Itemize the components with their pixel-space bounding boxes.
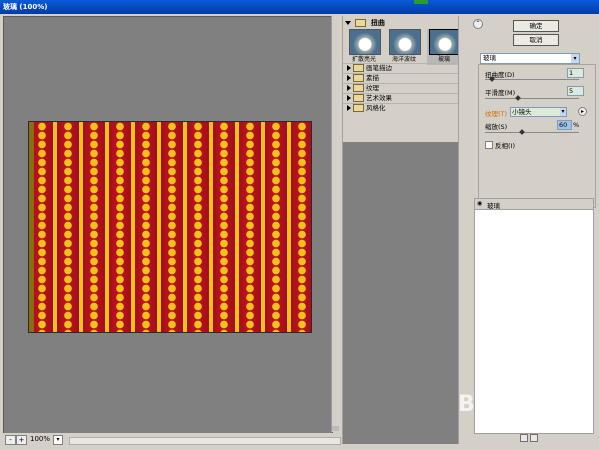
watermark: Bai 经验 jingyan.baidu.com — [452, 386, 598, 436]
filter-thumb-diffuse-glow[interactable]: 扩散亮光 — [347, 29, 381, 65]
effect-layer-name: 玻璃 — [487, 202, 500, 210]
collapsed-icon — [347, 65, 351, 71]
texture-select-value: 小镜头 — [512, 108, 532, 116]
smoothness-input[interactable]: 5 — [567, 86, 584, 96]
category-distort[interactable]: 扭曲 — [345, 18, 385, 28]
slider-knob[interactable] — [518, 129, 525, 135]
folder-icon — [355, 19, 367, 27]
thumb-image — [429, 29, 461, 55]
smoothness-slider[interactable] — [485, 95, 579, 101]
category-artistic[interactable]: 艺术效果 — [343, 93, 471, 103]
filter-preview-image[interactable] — [28, 121, 312, 333]
expanded-icon — [345, 21, 351, 25]
thumb-label: 玻璃 — [437, 56, 450, 63]
folder-icon — [353, 94, 364, 102]
invert-checkbox[interactable] — [485, 141, 493, 149]
filter-options: 扭曲度(D) 1 平滑度(M) 5 纹理(T) 小镜头 ▾ ▸ 缩放(S) 60… — [478, 64, 596, 208]
filter-select-value: 玻璃 — [483, 54, 496, 62]
system-indicator — [414, 0, 428, 4]
ok-button[interactable]: 确定 — [513, 20, 559, 32]
filter-thumbnails: 扩散亮光 海洋波纹 玻璃 — [347, 29, 465, 65]
category-label: 素描 — [366, 74, 379, 82]
preview-vertical-scrollbar[interactable] — [331, 16, 340, 432]
filter-thumb-ocean-ripple[interactable]: 海洋波纹 — [387, 29, 421, 65]
preview-area[interactable] — [3, 16, 333, 434]
folder-icon — [353, 84, 364, 92]
scrollbar-thumb[interactable] — [332, 426, 339, 431]
category-label: 艺术效果 — [366, 94, 392, 102]
watermark-url: jingyan.baidu.com — [484, 414, 568, 424]
category-sketch[interactable]: 素描 — [343, 73, 471, 83]
scaling-input[interactable]: 60 — [557, 120, 572, 130]
thumb-image — [349, 29, 381, 55]
zoom-level: 100% — [30, 435, 51, 443]
category-label: 风格化 — [366, 104, 386, 112]
folder-icon — [353, 74, 364, 82]
collapsed-icon — [347, 85, 351, 91]
eye-icon[interactable]: ◉ — [477, 200, 484, 207]
distortion-slider[interactable] — [485, 76, 579, 82]
category-label: 画笔描边 — [366, 64, 392, 72]
thumb-image — [389, 29, 421, 55]
effect-layer-row[interactable]: ◉ 玻璃 — [475, 199, 593, 210]
distortion-input[interactable]: 1 — [567, 68, 584, 78]
thumb-label: 扩散亮光 — [351, 56, 376, 63]
scaling-slider[interactable] — [485, 129, 579, 135]
category-stylize[interactable]: 风格化 — [343, 103, 471, 113]
scaling-label: 缩放(S) — [485, 123, 508, 131]
preview-statusbar: - + 100% ▾ — [3, 433, 341, 446]
collapsed-icon — [347, 105, 351, 111]
folder-icon — [353, 64, 364, 72]
preview-image-edge — [29, 122, 34, 332]
cancel-button[interactable]: 取消 — [513, 34, 559, 46]
preview-horizontal-scrollbar[interactable] — [69, 437, 341, 445]
smoothness-label: 平滑度(M) — [485, 89, 516, 97]
collapsed-icon — [347, 75, 351, 81]
zoom-in-button[interactable]: + — [16, 435, 27, 445]
title-bar[interactable]: 玻璃 (100%) — [0, 0, 599, 14]
filter-select[interactable]: 玻璃 ▾ — [480, 53, 580, 64]
thumb-label: 海洋波纹 — [391, 56, 416, 63]
collapsed-icon — [347, 95, 351, 101]
chevron-down-icon: ▾ — [571, 54, 579, 63]
zoom-dropdown-button[interactable]: ▾ — [53, 435, 63, 445]
zoom-out-button[interactable]: - — [5, 435, 16, 445]
window-title: 玻璃 (100%) — [3, 3, 48, 11]
chevron-down-icon: ▾ — [560, 108, 566, 116]
invert-label: 反相(I) — [495, 142, 515, 150]
category-texture[interactable]: 纹理 — [343, 83, 471, 93]
texture-select[interactable]: 小镜头 ▾ — [510, 107, 567, 117]
gallery-scrollbar[interactable] — [458, 16, 471, 444]
category-brush-strokes[interactable]: 画笔描边 — [343, 63, 471, 73]
filter-gallery: 扭曲 扩散亮光 海洋波纹 玻璃 画笔描边 素描 纹理 艺术效果 风格化 — [342, 16, 471, 444]
texture-menu-icon[interactable]: ▸ — [578, 107, 587, 116]
slider-knob[interactable] — [488, 76, 495, 82]
folder-icon — [353, 104, 364, 112]
filter-thumb-glass[interactable]: 玻璃 — [427, 29, 461, 65]
category-label: 扭曲 — [370, 19, 385, 27]
scaling-unit: % — [573, 121, 580, 129]
category-list: 画笔描边 素描 纹理 艺术效果 风格化 — [343, 63, 471, 113]
texture-label: 纹理(T) — [485, 110, 508, 118]
category-label: 纹理 — [366, 84, 379, 92]
slider-knob[interactable] — [515, 95, 521, 101]
